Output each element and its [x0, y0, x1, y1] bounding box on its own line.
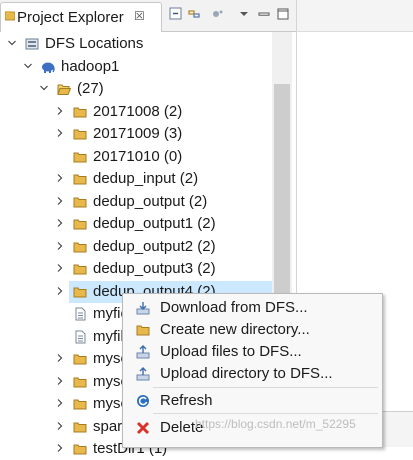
chevron-right-icon[interactable]	[56, 174, 64, 182]
folder-icon	[73, 174, 87, 185]
menu-item-upload-files[interactable]: Upload files to DFS...	[125, 341, 380, 363]
tree-node-item[interactable]: dedup_output3 (2)	[57, 258, 272, 280]
upload-icon	[136, 345, 150, 359]
menu-item-create-directory-label: Create new directory...	[160, 321, 310, 338]
view-tab-bar: Project Explorer ☒	[0, 0, 296, 32]
collapse-all-icon[interactable]	[168, 6, 184, 22]
folder-icon	[73, 377, 87, 387]
tree-node-item[interactable]: 20171010 (0)	[69, 146, 272, 168]
tree-node-root[interactable]: (27)	[40, 78, 272, 100]
chevron-right-icon[interactable]	[56, 106, 64, 115]
tree-node-label: DFS Locations	[45, 35, 144, 52]
dfs-locations-icon	[25, 38, 39, 50]
folder-icon	[73, 399, 87, 410]
menu-item-create-directory[interactable]: Create new directory...	[125, 319, 380, 341]
chevron-right-icon[interactable]	[56, 376, 64, 385]
folder-icon	[73, 107, 87, 117]
close-tab-icon[interactable]: ☒	[134, 9, 145, 23]
folder-icon	[73, 242, 87, 252]
folder-icon	[73, 287, 87, 297]
folder-icon	[73, 152, 87, 162]
chevron-down-icon[interactable]	[40, 84, 48, 92]
menu-item-upload-directory-label: Upload directory to DFS...	[160, 365, 333, 382]
tree-node-label: dedup_input (2)	[93, 170, 199, 187]
folder-icon	[73, 444, 87, 455]
folder-icon	[136, 325, 150, 336]
download-icon	[136, 302, 150, 315]
chevron-right-icon[interactable]	[56, 421, 64, 430]
chevron-right-icon[interactable]	[56, 444, 64, 452]
delete-icon	[136, 421, 150, 435]
chevron-down-icon[interactable]	[24, 62, 32, 70]
tree-node-label: dedup_output (2)	[93, 192, 208, 210]
folder-icon	[73, 354, 87, 365]
minimize-icon[interactable]	[256, 6, 272, 22]
menu-item-refresh[interactable]: Refresh	[125, 390, 380, 412]
menu-item-refresh-label: Refresh	[160, 392, 213, 409]
tree-node-dfs-locations[interactable]: DFS Locations	[8, 33, 272, 55]
tree-node-label: 20171010 (0)	[93, 147, 183, 165]
menu-item-download[interactable]: Download from DFS...	[125, 297, 380, 319]
tree-node-label: dedup_output2 (2)	[93, 237, 216, 255]
link-with-editor-icon[interactable]	[186, 6, 202, 22]
tree-node-item[interactable]: dedup_input (2)	[57, 168, 272, 190]
maximize-icon[interactable]	[275, 6, 291, 22]
chevron-right-icon[interactable]	[56, 241, 64, 250]
hadoop-elephant-icon	[42, 62, 55, 73]
chevron-right-icon[interactable]	[56, 399, 64, 407]
tree-node-label: 20171008 (2)	[93, 102, 183, 120]
tree-node-label: 20171009 (3)	[93, 125, 183, 142]
file-icon	[75, 330, 86, 343]
menu-item-download-label: Download from DFS...	[160, 299, 308, 316]
chevron-right-icon[interactable]	[56, 129, 64, 137]
menu-item-upload-files-label: Upload files to DFS...	[160, 343, 302, 360]
tree-node-item[interactable]: 20171009 (3)	[57, 123, 272, 145]
folder-icon	[73, 219, 87, 230]
file-icon	[75, 307, 86, 321]
chevron-right-icon[interactable]	[56, 354, 64, 362]
watermark-text: https://blog.csdn.net/m_52295	[195, 417, 356, 431]
editor-tab-bar	[297, 0, 413, 32]
menu-item-upload-directory[interactable]: Upload directory to DFS...	[125, 363, 380, 385]
refresh-icon	[137, 395, 149, 407]
chevron-right-icon[interactable]	[56, 286, 64, 295]
tree-node-item[interactable]: dedup_output1 (2)	[57, 213, 272, 235]
tree-node-hadoop1[interactable]: hadoop1	[24, 56, 272, 78]
tree-node-label: dedup_output1 (2)	[93, 215, 216, 232]
tree-node-item[interactable]: dedup_output (2)	[57, 191, 272, 213]
chevron-right-icon[interactable]	[56, 264, 64, 272]
folder-icon	[73, 422, 87, 432]
tab-project-explorer[interactable]: Project Explorer ☒	[0, 2, 162, 32]
menu-separator	[153, 387, 378, 388]
tree-node-item[interactable]: dedup_output2 (2)	[57, 236, 272, 258]
view-menu-icon[interactable]	[210, 6, 226, 22]
folder-icon	[73, 264, 87, 275]
tree-node-item[interactable]: 20171008 (2)	[57, 101, 272, 123]
tab-title: Project Explorer	[17, 9, 124, 26]
chevron-right-icon[interactable]	[56, 219, 64, 227]
tree-node-label: hadoop1	[61, 57, 120, 75]
chevron-down-icon[interactable]	[236, 6, 252, 22]
menu-separator	[153, 413, 378, 414]
chevron-right-icon[interactable]	[56, 196, 64, 205]
tree-node-label: (27)	[77, 80, 104, 97]
folder-icon	[73, 129, 87, 140]
open-folder-icon	[57, 84, 71, 95]
tree-node-label: dedup_output3 (2)	[93, 260, 216, 277]
chevron-down-icon[interactable]	[8, 39, 16, 47]
project-explorer-icon	[5, 11, 15, 21]
upload-icon	[136, 367, 150, 381]
folder-icon	[73, 197, 87, 207]
